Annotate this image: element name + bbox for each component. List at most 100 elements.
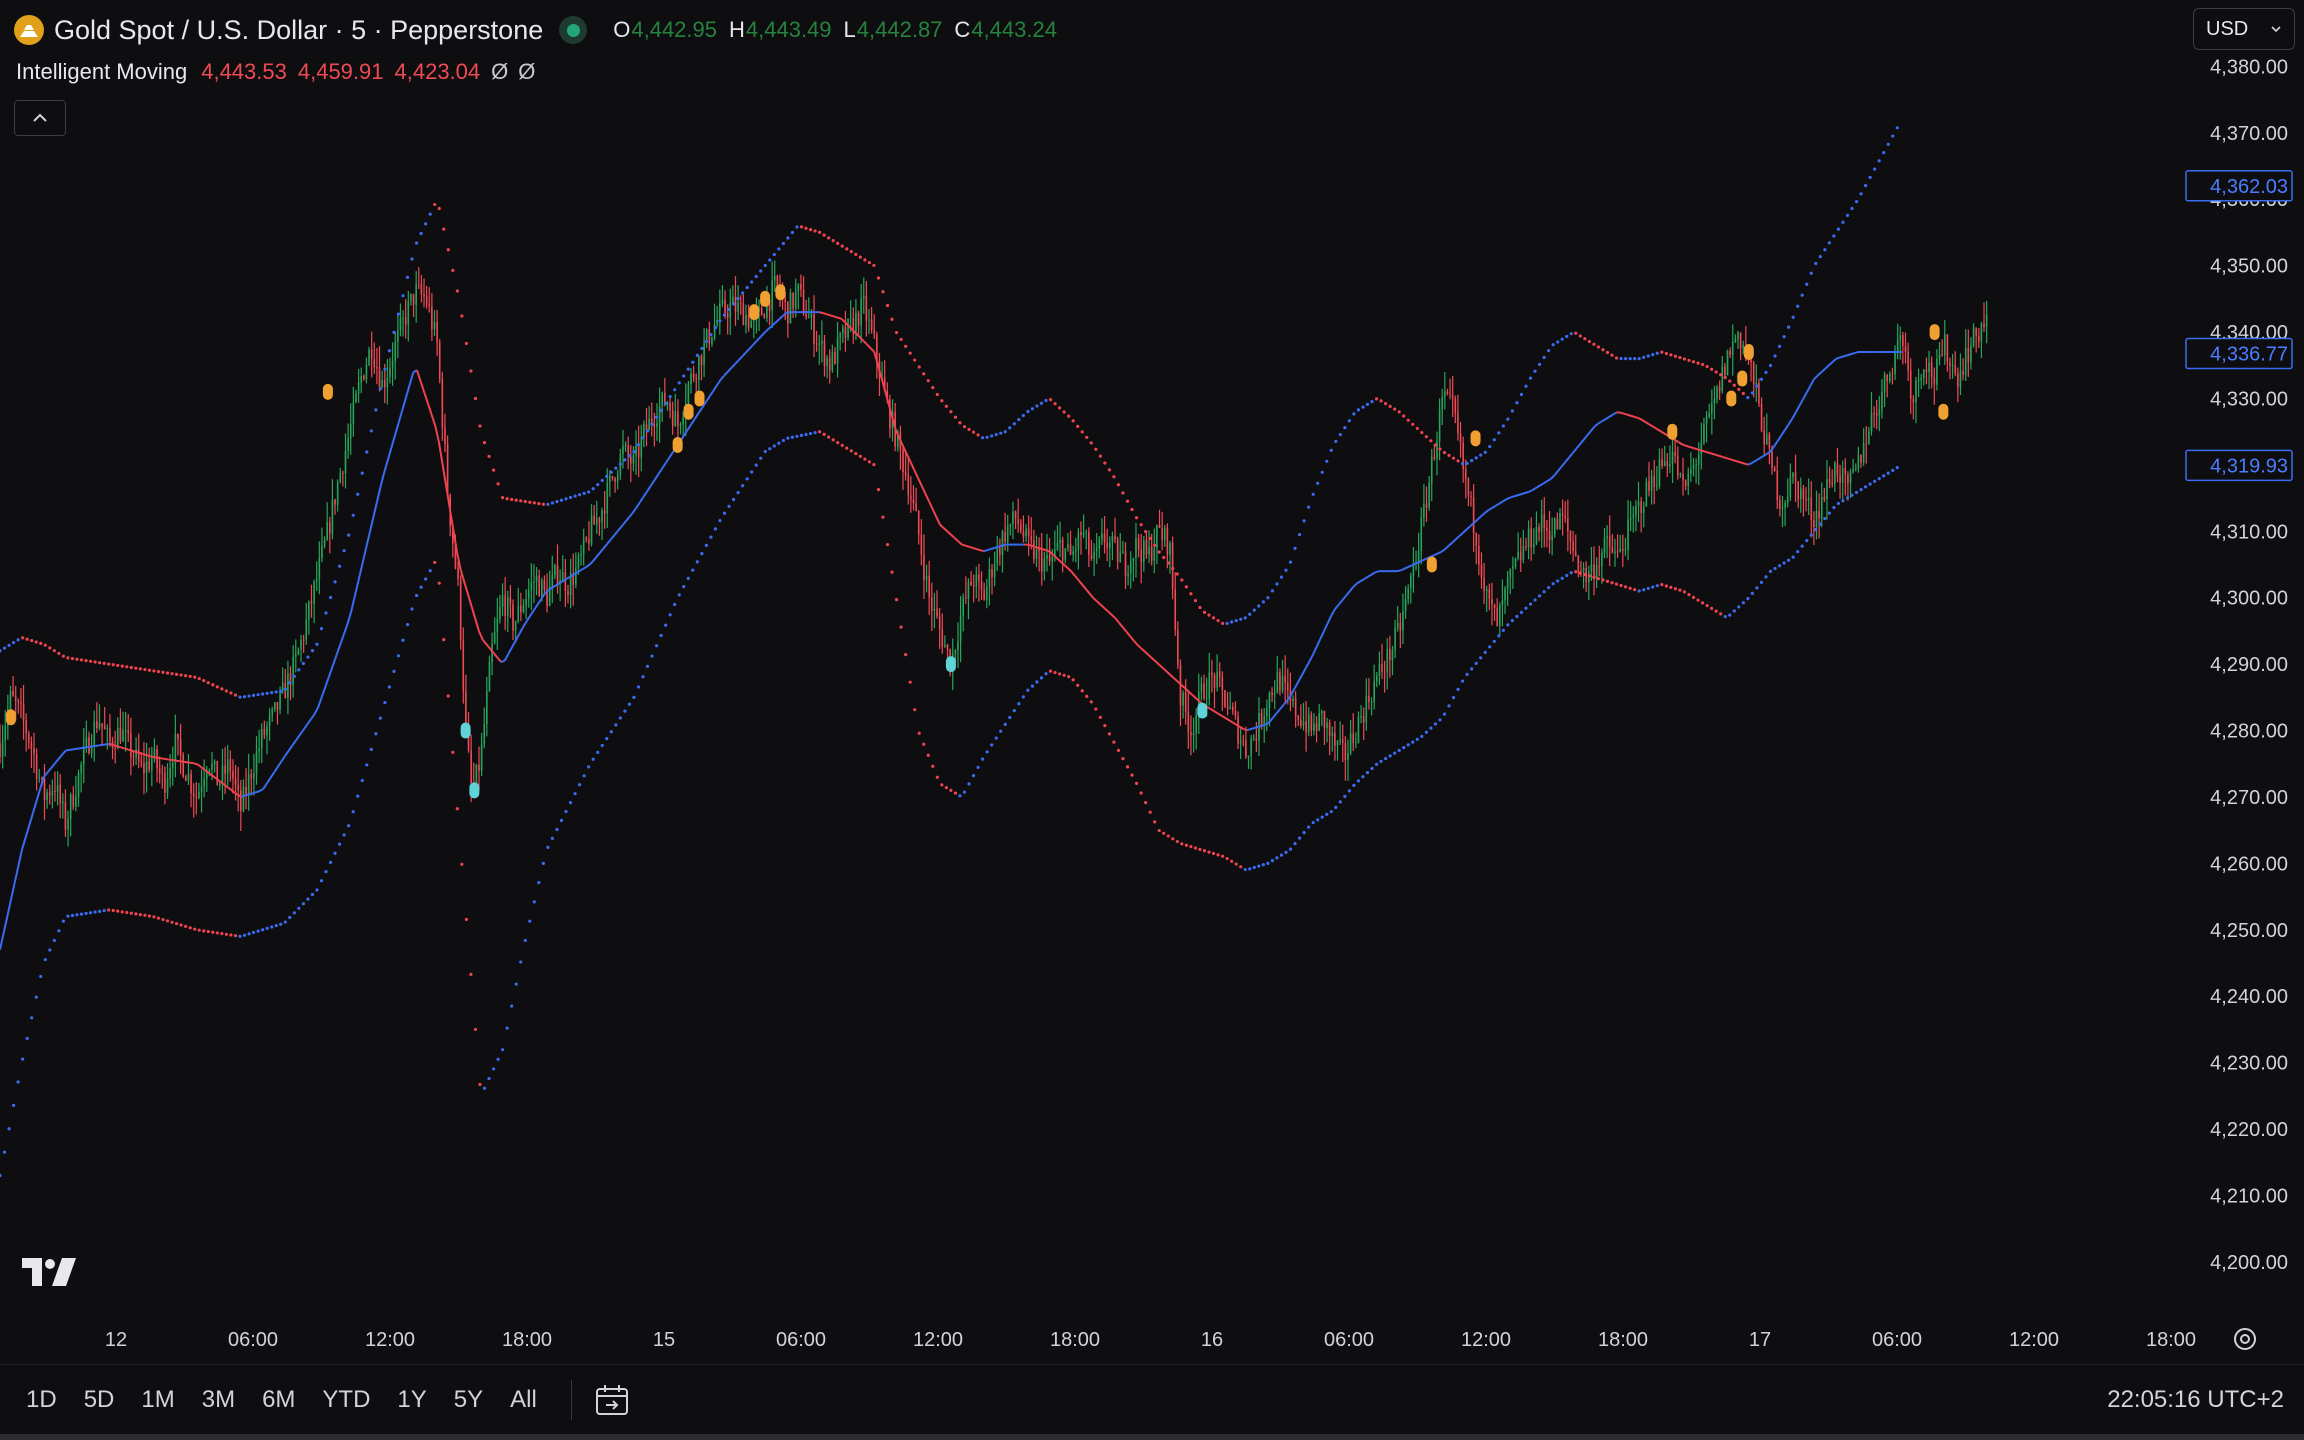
- lower-band-dot: [66, 914, 70, 918]
- upper-band-dot: [727, 307, 731, 312]
- clock-timezone[interactable]: 22:05:16 UTC+2: [2107, 1386, 2284, 1414]
- candle-body: [137, 749, 140, 762]
- lower-band-dot: [98, 909, 102, 913]
- upper-band-dot: [664, 401, 668, 406]
- lower-band-dot: [790, 435, 795, 439]
- lower-band-dot: [1107, 732, 1111, 736]
- range-3m-button[interactable]: 3M: [202, 1386, 235, 1414]
- candle-body: [1530, 528, 1533, 548]
- symbol-legend[interactable]: Gold Spot / U.S. Dollar · 5 · Pepperston…: [14, 10, 1057, 50]
- range-6m-button[interactable]: 6M: [262, 1386, 295, 1414]
- candle-body: [1760, 403, 1763, 431]
- basis-line-segment: [1224, 717, 1230, 721]
- goto-date-button[interactable]: [594, 1383, 630, 1417]
- lower-band-dot: [1171, 837, 1175, 841]
- upper-band-dot: [478, 424, 482, 428]
- lower-band-dot: [1216, 853, 1220, 857]
- lower-band-dot: [1633, 588, 1637, 592]
- candle-body: [611, 475, 614, 479]
- basis-line-segment: [847, 325, 853, 331]
- upper-band-dot: [1687, 358, 1691, 362]
- upper-band-dot: [605, 474, 609, 478]
- candle-body: [1394, 627, 1396, 650]
- candle-body: [1726, 350, 1729, 376]
- candle-body: [1001, 532, 1004, 556]
- upper-band-dot: [1814, 261, 1818, 266]
- basis-line-segment: [1521, 492, 1526, 496]
- basis-line-segment: [1337, 599, 1344, 606]
- lower-band-dot: [1057, 672, 1062, 676]
- candle-body: [179, 739, 182, 756]
- collapse-legend-button[interactable]: [14, 100, 66, 136]
- range-1d-button[interactable]: 1D: [26, 1386, 57, 1414]
- range-5d-button[interactable]: 5D: [84, 1386, 115, 1414]
- range-ytd-button[interactable]: YTD: [322, 1386, 370, 1414]
- basis-line-segment: [364, 533, 371, 550]
- basis-line-segment: [266, 777, 272, 784]
- basis-line-segment: [401, 397, 407, 411]
- basis-line-segment: [244, 793, 249, 797]
- candle-body: [1399, 622, 1402, 631]
- candle-body: [1177, 629, 1179, 666]
- candle-body: [1158, 525, 1161, 529]
- candle-body: [1682, 474, 1684, 481]
- basis-line-segment: [204, 769, 210, 774]
- basis-line-segment: [1279, 704, 1285, 710]
- range-1m-button[interactable]: 1M: [141, 1386, 174, 1414]
- symbol-title[interactable]: Gold Spot / U.S. Dollar · 5 · Pepperston…: [54, 15, 543, 46]
- lower-band-dot: [1506, 623, 1510, 627]
- upper-band-dot: [428, 212, 432, 216]
- basis-line-segment: [987, 548, 992, 552]
- candle-body: [1883, 374, 1886, 392]
- basis-line-segment: [357, 565, 364, 582]
- lower-band-dot: [1379, 759, 1383, 763]
- range-all-button[interactable]: All: [510, 1386, 537, 1414]
- calendar-goto-icon: [595, 1385, 628, 1415]
- axis-settings-icon[interactable]: [2230, 1324, 2260, 1354]
- range-1y-button[interactable]: 1Y: [397, 1386, 426, 1414]
- candle-body: [1687, 473, 1690, 487]
- indicator-name[interactable]: Intelligent Moving: [16, 59, 187, 85]
- candle-body: [1470, 496, 1472, 498]
- basis-line-segment: [405, 384, 411, 398]
- lower-band-dot: [1393, 751, 1397, 755]
- candle-body: [1478, 545, 1480, 565]
- buy-signal-marker: [5, 709, 16, 726]
- upper-band-dot: [70, 656, 75, 661]
- candle-body: [1870, 413, 1873, 432]
- candle-body: [1779, 500, 1781, 509]
- candle-body: [1195, 715, 1197, 734]
- lower-band-dot: [668, 613, 672, 617]
- price-chart[interactable]: 4,380.004,370.004,360.004,350.004,340.00…: [0, 0, 2304, 1364]
- lower-band-dot: [274, 923, 278, 928]
- upper-band-dot: [1089, 441, 1093, 445]
- lower-band-dot: [808, 431, 813, 436]
- upper-band-dot: [365, 450, 369, 454]
- buy-signal-marker: [775, 284, 786, 301]
- basis-line-segment: [331, 654, 338, 667]
- basis-line-segment: [426, 403, 433, 415]
- lower-band-dot: [1542, 590, 1546, 594]
- lower-band-dot: [736, 491, 740, 495]
- range-5y-button[interactable]: 5Y: [454, 1386, 483, 1414]
- upper-band-dot: [347, 533, 351, 537]
- lower-band-dot: [704, 543, 708, 547]
- basis-line-segment: [1096, 600, 1102, 606]
- tradingview-logo-icon[interactable]: [22, 1258, 78, 1288]
- candle-body: [1357, 717, 1360, 743]
- lower-band-dot: [1415, 737, 1419, 741]
- currency-select[interactable]: USD: [2193, 8, 2295, 50]
- basis-line-segment: [763, 328, 769, 334]
- candle-body: [1187, 711, 1190, 733]
- lower-band-dot: [1791, 555, 1795, 559]
- lower-band-dot: [251, 930, 256, 935]
- upper-band-dot: [1393, 407, 1397, 411]
- market-open-dot-icon[interactable]: [559, 16, 588, 44]
- lower-band-dot: [822, 432, 826, 436]
- lower-band-dot: [1746, 596, 1750, 601]
- candle-body: [1498, 605, 1501, 627]
- indicator-legend[interactable]: Intelligent Moving 4,443.53 4,459.91 4,4…: [16, 56, 545, 88]
- basis-line-segment: [767, 325, 773, 331]
- lower-band-dot: [1406, 743, 1410, 747]
- basis-line-segment: [708, 390, 715, 398]
